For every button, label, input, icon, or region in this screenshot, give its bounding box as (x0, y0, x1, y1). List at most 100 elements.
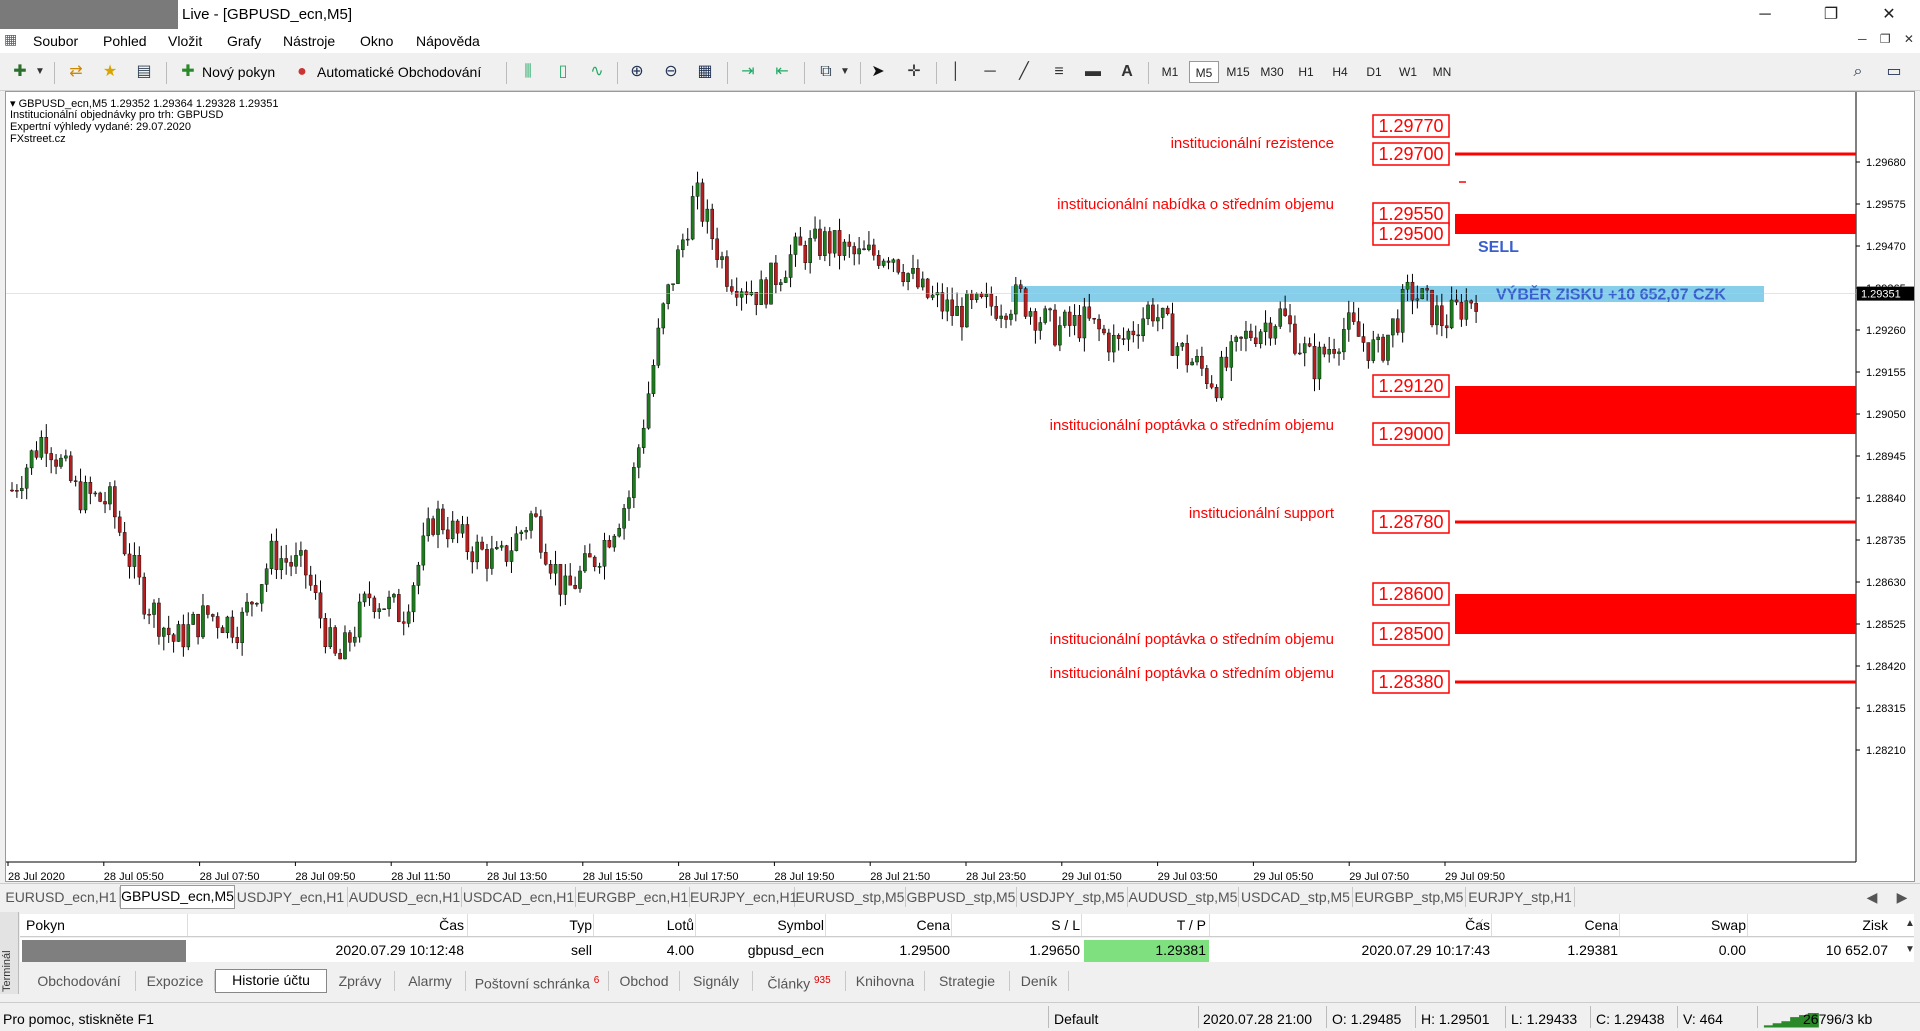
scroll-up-icon[interactable]: ▲ (1905, 918, 1915, 929)
timeframe-m1[interactable]: M1 (1155, 61, 1185, 83)
menu-file[interactable]: Soubor (33, 33, 78, 49)
col-close-time-header[interactable]: Čas (1212, 917, 1490, 933)
terminal-tab[interactable]: Deník (1010, 971, 1069, 991)
menu-window[interactable]: Okno (360, 33, 393, 49)
vertical-line-icon[interactable]: │ (946, 62, 966, 82)
timeframe-h1[interactable]: H1 (1291, 61, 1321, 83)
mdi-window-controls[interactable]: ─ ❐ ✕ (1858, 32, 1914, 46)
favorites-icon[interactable]: ★ (100, 62, 120, 82)
col-lots-header[interactable]: Lotů (596, 917, 694, 933)
auto-trading-icon[interactable]: ● (292, 62, 312, 82)
chat-icon[interactable]: ▭ (1884, 62, 1904, 82)
col-order-header[interactable]: Pokyn (26, 917, 180, 933)
menu-tools[interactable]: Nástroje (283, 33, 335, 49)
candle-body (127, 553, 132, 567)
symbol-tabs: EURUSD_ecn,H1 GBPUSD_ecn,M5 USDJPY_ecn,H1 A… (0, 883, 1920, 909)
menu-insert[interactable]: Vložit (168, 33, 202, 49)
tile-windows-icon[interactable]: ▦ (695, 62, 715, 82)
symbol-tab[interactable]: USDCAD_ecn,H1 (462, 887, 576, 907)
indicators-icon[interactable]: ⧉ (816, 62, 836, 82)
col-type-header[interactable]: Typ (470, 917, 592, 933)
symbol-tab[interactable]: EURUSD_stp,M5 (795, 887, 906, 907)
symbol-tab[interactable]: AUDUSD_stp,M5 (1128, 887, 1239, 907)
horizontal-line-icon[interactable]: ─ (980, 62, 1000, 82)
tab-scroll-left-icon[interactable]: ◀ (1858, 887, 1886, 907)
auto-scroll-icon[interactable]: ⇥ (738, 62, 758, 82)
channel-icon[interactable]: ≡ (1049, 62, 1069, 82)
col-open-time-header[interactable]: Čas (190, 917, 464, 933)
symbol-tab[interactable]: EURJPY_ecn,H1 (690, 887, 797, 907)
auto-trading-button[interactable]: Automatické Obchodování (317, 64, 481, 80)
crosshair-icon[interactable]: ✛ (904, 62, 924, 82)
col-swap-header[interactable]: Swap (1622, 917, 1746, 933)
chevron-down-icon[interactable]: ▼ (835, 62, 855, 82)
terminal-side-label[interactable]: Terminál (0, 912, 19, 994)
symbol-tab[interactable]: GBPUSD_stp,M5 (906, 887, 1017, 907)
symbol-tab[interactable]: EURGBP_stp,M5 (1353, 887, 1466, 907)
new-order-icon[interactable]: ✚ (178, 62, 198, 82)
candle-body (886, 260, 891, 263)
search-icon[interactable]: ⌕ (1848, 62, 1868, 82)
timeframe-m5[interactable]: M5 (1189, 61, 1219, 83)
symbol-tab[interactable]: USDJPY_stp,M5 (1017, 887, 1128, 907)
col-tp-header[interactable]: T / P (1084, 917, 1206, 933)
chart-shift-icon[interactable]: ⇤ (772, 62, 792, 82)
chevron-down-icon[interactable]: ▼ (30, 62, 50, 82)
timeframe-mn[interactable]: MN (1427, 61, 1457, 83)
timeframe-m15[interactable]: M15 (1223, 61, 1253, 83)
terminal-tab[interactable]: Signály (680, 971, 753, 991)
symbol-tab[interactable]: USDCAD_stp,M5 (1239, 887, 1353, 907)
timeframe-h4[interactable]: H4 (1325, 61, 1355, 83)
col-close-price-header[interactable]: Cena (1494, 917, 1618, 933)
terminal-tab[interactable]: Obchodování (23, 971, 136, 991)
price-chart[interactable]: 1.296801.295751.294701.293651.292601.291… (6, 92, 1914, 881)
terminal-tab[interactable]: Články 935 (753, 971, 846, 992)
symbol-tab[interactable]: USDJPY_ecn,H1 (234, 887, 348, 907)
label-icon[interactable]: ▬ (1083, 62, 1103, 82)
candle-body (1136, 334, 1141, 337)
zoom-out-icon[interactable]: ⊖ (661, 62, 681, 82)
terminal-tab[interactable]: Historie účtu (215, 969, 327, 993)
cursor-icon[interactable]: ➤ (868, 62, 888, 82)
terminal-tab[interactable]: Expozice (136, 971, 215, 991)
terminal-tab[interactable]: Strategie (925, 971, 1010, 991)
zoom-in-icon[interactable]: ⊕ (627, 62, 647, 82)
new-chart-icon[interactable]: ✚ (10, 62, 30, 82)
text-tool-icon[interactable]: A (1117, 62, 1137, 82)
symbol-tab[interactable]: EURUSD_ecn,H1 (3, 887, 120, 907)
symbol-tab[interactable]: AUDUSD_ecn,H1 (348, 887, 462, 907)
scroll-down-icon[interactable]: ▼ (1905, 944, 1915, 955)
chart-window[interactable]: 1.296801.295751.294701.293651.292601.291… (5, 91, 1915, 882)
bar-chart-icon[interactable]: ⫼ (518, 62, 538, 82)
close-icon[interactable]: ✕ (1866, 0, 1912, 29)
col-profit-header[interactable]: Zisk (1750, 917, 1888, 933)
col-open-price-header[interactable]: Cena (828, 917, 950, 933)
new-order-button[interactable]: Nový pokyn (202, 64, 275, 80)
navigator-icon[interactable]: ▤ (134, 62, 154, 82)
tab-scroll-right-icon[interactable]: ▶ (1888, 887, 1916, 907)
timeframe-m30[interactable]: M30 (1257, 61, 1287, 83)
market-watch-icon[interactable]: ⇄ (66, 62, 86, 82)
terminal-tab[interactable]: Zprávy (326, 971, 395, 991)
timeframe-w1[interactable]: W1 (1393, 61, 1423, 83)
symbol-tab[interactable]: EURJPY_stp,H1 (1466, 887, 1575, 907)
col-symbol-header[interactable]: Symbol (698, 917, 824, 933)
terminal-tab-label: Historie účtu (232, 972, 310, 988)
menu-help[interactable]: Nápověda (416, 33, 480, 49)
chart-window-icon[interactable]: ▦ (4, 31, 17, 48)
minimize-icon[interactable]: ─ (1742, 0, 1788, 29)
terminal-tab[interactable]: Knihovna (846, 971, 925, 991)
symbol-tab[interactable]: GBPUSD_ecn,M5 (120, 885, 235, 909)
col-sl-header[interactable]: S / L (954, 917, 1080, 933)
terminal-tab[interactable]: Alarmy (395, 971, 466, 991)
menu-charts[interactable]: Grafy (227, 33, 261, 49)
candle-chart-icon[interactable]: ▯ (553, 62, 573, 82)
terminal-tab[interactable]: Obchod (609, 971, 680, 991)
menu-view[interactable]: Pohled (103, 33, 147, 49)
timeframe-d1[interactable]: D1 (1359, 61, 1389, 83)
terminal-tab[interactable]: Poštovní schránka 6 (466, 971, 609, 992)
line-chart-icon[interactable]: ∿ (587, 62, 607, 82)
symbol-tab[interactable]: EURGBP_ecn,H1 (576, 887, 690, 907)
trendline-icon[interactable]: ╱ (1014, 62, 1034, 82)
maximize-icon[interactable]: ❐ (1808, 0, 1854, 29)
